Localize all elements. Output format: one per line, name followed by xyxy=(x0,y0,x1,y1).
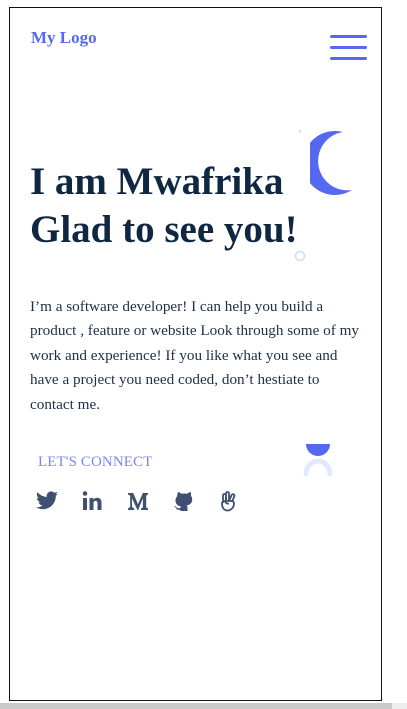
headline-line-2: Glad to see you! xyxy=(30,208,298,251)
hamburger-bar xyxy=(330,46,367,49)
twitter-icon[interactable] xyxy=(35,489,59,513)
right-gutter xyxy=(382,0,407,703)
linkedin-icon[interactable] xyxy=(80,489,104,513)
angellist-icon[interactable] xyxy=(216,489,240,513)
headline-line-1: I am Mwafrika xyxy=(30,160,284,203)
medium-icon[interactable] xyxy=(126,489,150,513)
horizontal-scrollbar[interactable] xyxy=(0,703,407,709)
lets-connect-link[interactable]: LET'S CONNECT xyxy=(38,454,152,471)
page-frame: My Logo I am Mwafrika Glad to see you! I… xyxy=(9,7,382,701)
hero-headline: I am Mwafrika Glad to see you! xyxy=(30,158,370,254)
site-logo[interactable]: My Logo xyxy=(31,28,97,48)
hamburger-bar xyxy=(330,35,367,38)
scrollbar-thumb[interactable] xyxy=(0,703,392,709)
intro-paragraph: I’m a software developer! I can help you… xyxy=(30,298,359,413)
hamburger-bar xyxy=(330,57,367,60)
deco-dot-icon xyxy=(298,129,302,133)
person-decoration-icon xyxy=(303,444,333,477)
hamburger-menu-icon[interactable] xyxy=(330,35,367,64)
github-icon[interactable] xyxy=(171,489,195,513)
